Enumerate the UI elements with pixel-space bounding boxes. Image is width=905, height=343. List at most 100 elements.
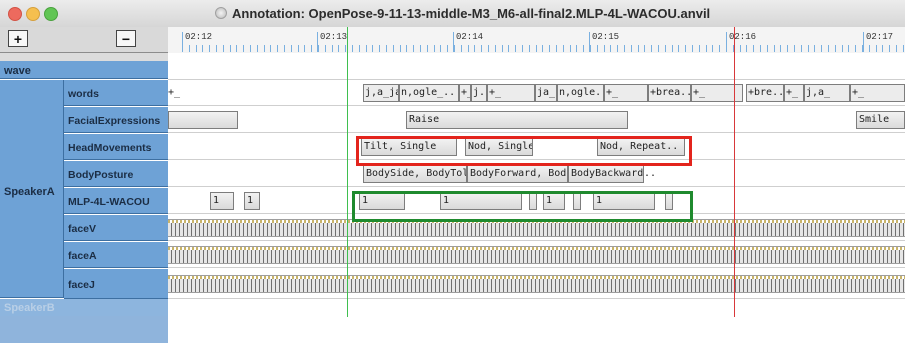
ruler-minor-tick (631, 45, 632, 52)
word-annotation[interactable]: +_ (459, 84, 471, 102)
facial-annotation[interactable]: Smile (856, 111, 905, 129)
ruler-minor-tick (495, 45, 496, 52)
track-label-wave[interactable]: wave (0, 61, 168, 79)
ruler-minor-tick (332, 45, 333, 52)
playback-cursor[interactable] (734, 27, 735, 317)
word-annotation[interactable]: +brea.. (648, 84, 691, 102)
ruler-minor-tick (502, 45, 503, 52)
ruler-minor-tick (848, 45, 849, 52)
ruler-minor-tick (549, 45, 550, 52)
ruler-minor-tick (590, 45, 591, 52)
word-annotation[interactable]: +_ (168, 84, 180, 102)
track-label-head-movements[interactable]: HeadMovements (64, 134, 168, 160)
track-label-faceJ[interactable]: faceJ (64, 269, 168, 299)
ruler-minor-tick (447, 45, 448, 52)
facial-annotation[interactable] (168, 111, 238, 129)
track-label-faceV[interactable]: faceV (64, 215, 168, 241)
ruler-time-label: 02:15 (592, 32, 620, 42)
track-label-facial-expressions[interactable]: FacialExpressions (64, 107, 168, 133)
body-annotation-overflow: .. (644, 168, 657, 179)
track-label-mlp[interactable]: MLP-4L-WACOU (64, 188, 168, 214)
collapse-tracks-button[interactable]: − (116, 30, 136, 47)
ruler-minor-tick (393, 45, 394, 52)
words-track[interactable]: +_ j,a_ja_ n,ogle_.. +_ j.. +_ ja_ n,ogl… (168, 80, 905, 106)
ruler-minor-tick (610, 45, 611, 52)
body-annotation[interactable]: BodySide, BodyTol.. (363, 165, 467, 183)
mlp-highlight-box (352, 191, 693, 222)
minimize-window-button[interactable] (26, 7, 40, 21)
ruler-minor-tick (243, 45, 244, 52)
expand-tracks-button[interactable]: + (8, 30, 28, 47)
document-icon (215, 7, 227, 19)
ruler-minor-tick (576, 45, 577, 52)
ruler-minor-tick (597, 45, 598, 52)
faceJ-frames[interactable] (168, 275, 905, 293)
facial-annotation[interactable]: Raise (406, 111, 628, 129)
ruler-minor-tick (318, 45, 319, 52)
selection-start-cursor[interactable] (347, 27, 348, 317)
ruler-minor-tick (434, 45, 435, 52)
ruler-minor-tick (814, 45, 815, 52)
annotation-window: Annotation: OpenPose-9-11-13-middle-M3_M… (0, 0, 905, 343)
word-annotation[interactable]: n,ogle_.. (399, 84, 459, 102)
word-annotation[interactable]: +_ (850, 84, 905, 102)
ruler-minor-tick (760, 45, 761, 52)
ruler-minor-tick (583, 45, 584, 52)
ruler-minor-tick (644, 45, 645, 52)
body-annotation[interactable]: BodyForward, Bod (467, 165, 568, 183)
time-ruler[interactable]: 02:12 02:13 02:14 02:15 02:16 02:17 (168, 27, 905, 54)
ruler-minor-tick (468, 45, 469, 52)
ruler-minor-tick (440, 45, 441, 52)
body-annotation[interactable]: BodyBackward (568, 165, 644, 183)
ruler-minor-tick (529, 45, 530, 52)
ruler-minor-tick (338, 45, 339, 52)
head-movements-highlight-box (356, 136, 692, 166)
ruler-minor-tick (712, 45, 713, 52)
group-label-speakerB[interactable]: SpeakerB (0, 299, 168, 316)
ruler-minor-tick (692, 45, 693, 52)
ruler-minor-tick (903, 45, 904, 52)
word-annotation[interactable]: +_ (691, 84, 743, 102)
word-annotation[interactable]: +_ (604, 84, 648, 102)
ruler-minor-tick (400, 45, 401, 52)
ruler-minor-tick (685, 45, 686, 52)
faceA-frames[interactable] (168, 246, 905, 264)
word-annotation[interactable]: j,a_ja_ (363, 84, 399, 102)
ruler-minor-tick (780, 45, 781, 52)
ruler-minor-tick (359, 45, 360, 52)
track-label-faceA[interactable]: faceA (64, 242, 168, 268)
track-label-words[interactable]: words (64, 80, 168, 106)
ruler-minor-tick (461, 45, 462, 52)
facial-expressions-track[interactable]: Raise Smile (168, 107, 905, 133)
wave-track[interactable] (168, 61, 905, 80)
word-annotation[interactable]: +bre.. (746, 84, 784, 102)
zoom-window-button[interactable] (44, 7, 58, 21)
ruler-minor-tick (298, 45, 299, 52)
word-annotation[interactable]: +_ (487, 84, 535, 102)
close-window-button[interactable] (8, 7, 22, 21)
group-label-speakerA-text: SpeakerA (4, 186, 55, 198)
ruler-minor-tick (774, 45, 775, 52)
group-label-speakerA[interactable]: SpeakerA (0, 80, 64, 298)
track-label-body-posture[interactable]: BodyPosture (64, 161, 168, 187)
faceJ-track[interactable] (168, 269, 905, 299)
word-annotation[interactable]: j.. (471, 84, 487, 102)
ruler-time-label: 02:13 (320, 32, 348, 42)
word-annotation[interactable]: n,ogle.. (557, 84, 604, 102)
word-annotation[interactable]: ja_ (535, 84, 557, 102)
ruler-minor-tick (427, 45, 428, 52)
ruler-time-label: 02:17 (866, 32, 894, 42)
window-title: Annotation: OpenPose-9-11-13-middle-M3_M… (232, 6, 711, 21)
ruler-minor-tick (651, 45, 652, 52)
ruler-minor-tick (372, 45, 373, 52)
ruler-minor-tick (230, 45, 231, 52)
faceA-track[interactable] (168, 242, 905, 268)
mlp-annotation[interactable]: 1 (210, 192, 234, 210)
word-annotation[interactable]: +_ (784, 84, 804, 102)
ruler-minor-tick (406, 45, 407, 52)
ruler-minor-tick (202, 45, 203, 52)
speakerB-track-area[interactable] (168, 299, 905, 343)
mlp-annotation[interactable]: 1 (244, 192, 260, 210)
ruler-minor-tick (522, 45, 523, 52)
word-annotation[interactable]: j,a_ (804, 84, 850, 102)
